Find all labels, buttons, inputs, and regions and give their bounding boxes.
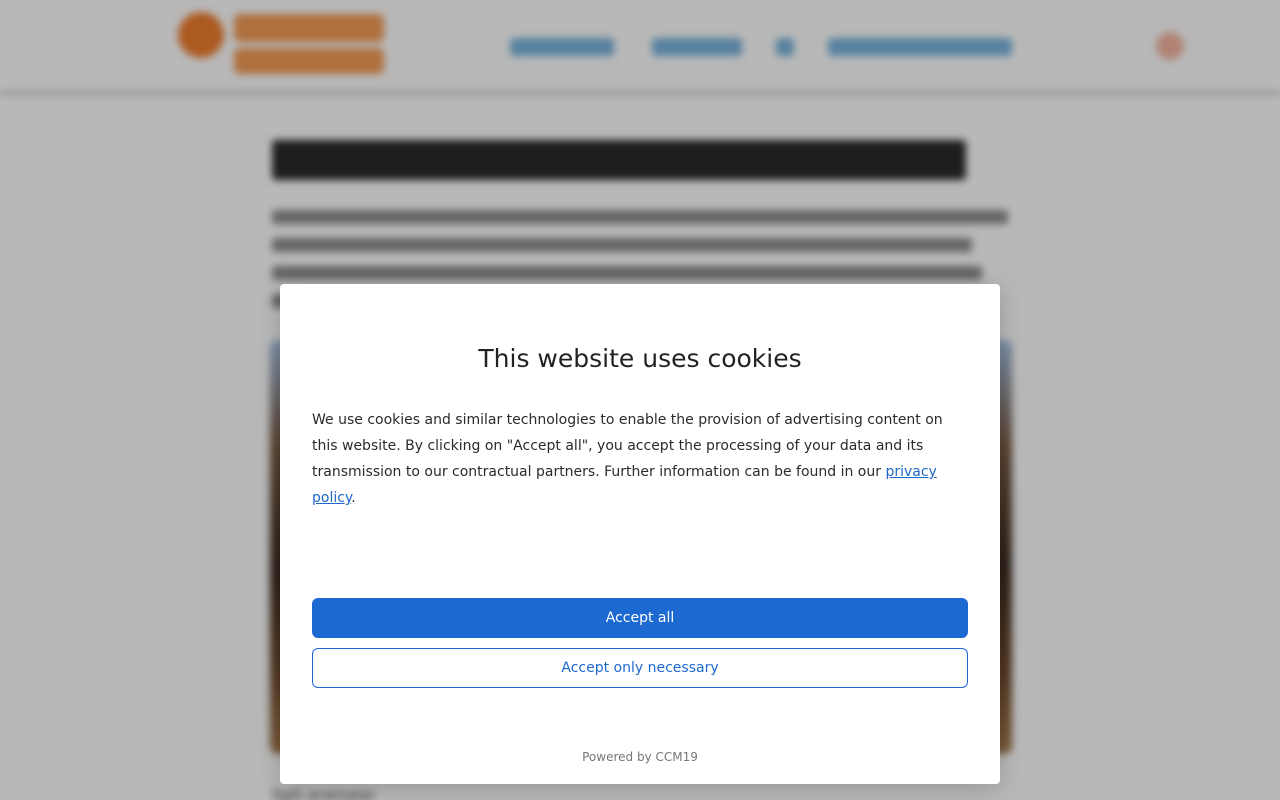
dialog-body-end: . (351, 490, 356, 506)
dialog-body-text: We use cookies and similar technologies … (312, 407, 972, 511)
powered-by-text: Powered by CCM19 (582, 750, 698, 764)
cookie-consent-dialog: This website uses cookies We use cookies… (280, 284, 1000, 784)
dialog-title: This website uses cookies (478, 344, 802, 373)
dialog-body-main: We use cookies and similar technologies … (312, 412, 943, 480)
accept-all-button[interactable]: Accept all (312, 598, 968, 638)
accept-necessary-button[interactable]: Accept only necessary (312, 648, 968, 688)
